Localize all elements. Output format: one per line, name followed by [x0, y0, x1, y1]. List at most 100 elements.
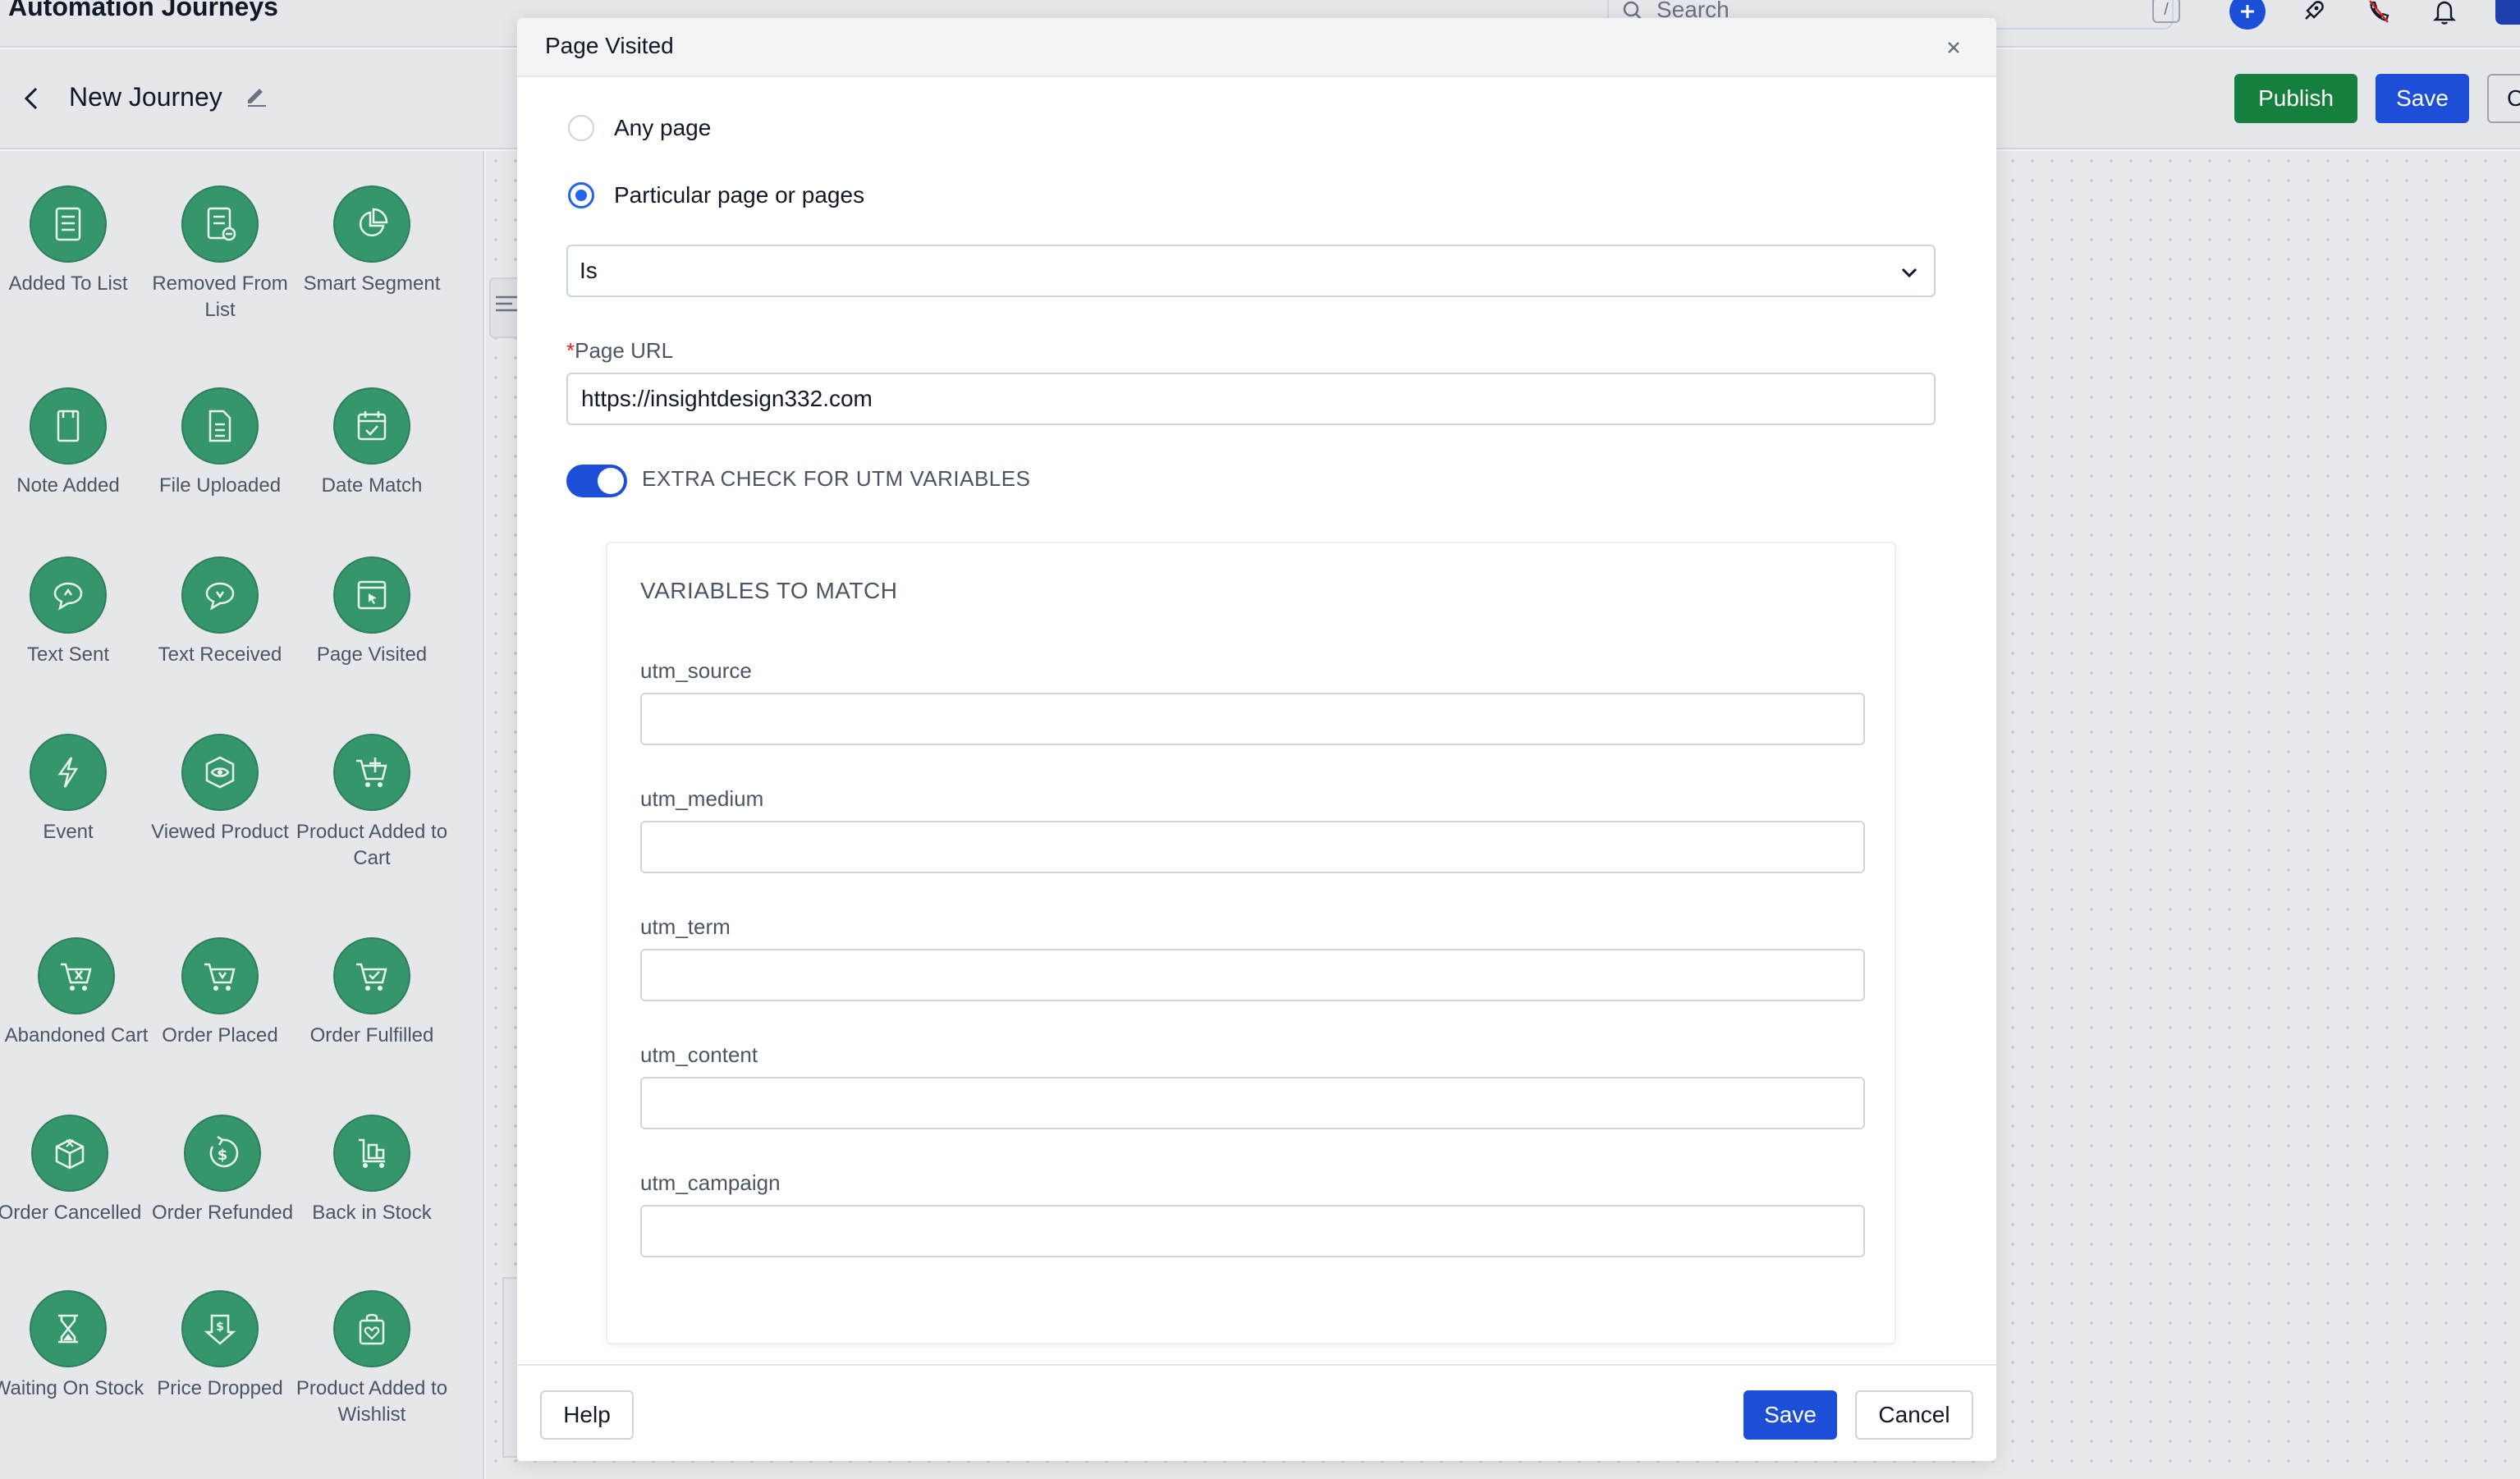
utm-term-label: utm_term	[640, 914, 731, 939]
trigger-product-added-to-wishlist[interactable]: Product Added to Wishlist	[296, 1290, 448, 1428]
radio-particular-page[interactable]: Particular page or pages	[568, 182, 864, 208]
price-down-icon: $	[181, 1290, 259, 1367]
trigger-label: File Uploaded	[158, 474, 282, 497]
trigger-page-visited[interactable]: Page Visited	[296, 556, 448, 668]
chat-out-icon	[30, 556, 107, 634]
utm-toggle[interactable]	[566, 465, 627, 497]
trigger-label: Order Fulfilled	[309, 1024, 434, 1046]
trigger-label: Abandoned Cart	[4, 1024, 149, 1046]
required-mark: *	[566, 338, 575, 363]
publish-button[interactable]: Publish	[2234, 74, 2357, 123]
hourglass-icon	[30, 1290, 107, 1367]
app-title: Automation Journeys	[8, 0, 278, 21]
trigger-viewed-product[interactable]: Viewed Product	[144, 734, 296, 845]
trigger-label: Smart Segment	[303, 272, 441, 295]
trigger-note-added[interactable]: Note Added	[0, 387, 144, 499]
radio-label: Any page	[614, 115, 712, 140]
cart-check-icon	[333, 937, 410, 1014]
trigger-text-sent[interactable]: Text Sent	[0, 556, 144, 668]
trigger-smart-segment[interactable]: Smart Segment	[296, 185, 448, 297]
chevron-down-icon	[1898, 261, 1921, 288]
bag-heart-icon	[333, 1290, 410, 1367]
radio-any-page[interactable]: Any page	[568, 115, 711, 141]
dolly-icon	[333, 1115, 410, 1192]
cart-plus-icon	[333, 734, 410, 811]
utm-campaign-input[interactable]	[640, 1205, 1865, 1257]
close-journey-button[interactable]: C	[2487, 74, 2520, 123]
utm-source-input[interactable]	[640, 693, 1865, 745]
trigger-label: Text Sent	[26, 643, 110, 666]
trigger-label: Viewed Product	[151, 821, 289, 843]
trigger-product-added-to-cart[interactable]: Product Added to Cart	[296, 734, 448, 872]
pie-chart-icon	[333, 185, 410, 263]
trigger-order-placed[interactable]: Order Placed	[144, 937, 296, 1049]
utm-medium-input[interactable]	[640, 821, 1865, 873]
utm-variables-card: VARIABLES TO MATCH utm_source utm_medium…	[606, 542, 1896, 1344]
avatar[interactable]	[2495, 0, 2520, 25]
trigger-label: Removed From List	[152, 272, 288, 321]
trigger-order-fulfilled[interactable]: Order Fulfilled	[296, 937, 448, 1049]
cart-down-icon	[181, 937, 259, 1014]
trigger-waiting-on-stock[interactable]: Waiting On Stock	[0, 1290, 144, 1402]
trigger-file-uploaded[interactable]: File Uploaded	[144, 387, 296, 499]
utm-toggle-label: EXTRA CHECK FOR UTM VARIABLES	[642, 466, 1031, 491]
trigger-label: Note Added	[16, 474, 120, 497]
trigger-price-dropped[interactable]: $ Price Dropped	[144, 1290, 296, 1402]
utm-content-input[interactable]	[640, 1077, 1865, 1129]
trigger-label: Order Refunded	[151, 1202, 294, 1224]
radio-button-selected[interactable]	[568, 182, 594, 208]
chat-in-icon	[181, 556, 259, 634]
utm-campaign-label: utm_campaign	[640, 1170, 781, 1195]
trigger-back-in-stock[interactable]: Back in Stock	[296, 1115, 448, 1226]
toggle-knob	[598, 468, 624, 494]
trigger-abandoned-cart[interactable]: Abandoned Cart	[0, 937, 153, 1049]
trigger-label: Event	[43, 821, 94, 843]
trigger-label: Text Received	[158, 643, 282, 666]
page-url-label: *Page URL	[566, 338, 674, 363]
trigger-label: Back in Stock	[312, 1202, 432, 1224]
lightning-icon	[30, 734, 107, 811]
trigger-added-to-list[interactable]: Added To List	[0, 185, 144, 297]
note-icon	[30, 387, 107, 465]
trigger-event[interactable]: Event	[0, 734, 144, 845]
cancel-button[interactable]: Cancel	[1855, 1390, 1973, 1440]
radio-label: Particular page or pages	[614, 182, 865, 208]
bell-icon[interactable]	[2426, 0, 2463, 30]
utm-term-input[interactable]	[640, 949, 1865, 1001]
radio-button[interactable]	[568, 115, 594, 141]
trigger-order-cancelled[interactable]: Order Cancelled	[0, 1115, 146, 1226]
trigger-label: Date Match	[321, 474, 423, 497]
trigger-label: Product Added to Cart	[296, 821, 448, 869]
trigger-date-match[interactable]: Date Match	[296, 387, 448, 499]
help-button[interactable]: Help	[540, 1390, 634, 1440]
pencil-icon[interactable]	[245, 84, 269, 112]
rocket-icon[interactable]	[2295, 0, 2331, 30]
phone-off-icon[interactable]	[2361, 0, 2397, 30]
plus-icon[interactable]	[2229, 0, 2266, 30]
cart-x-icon	[38, 937, 115, 1014]
back-arrow-icon[interactable]	[21, 85, 41, 116]
modal-header: Page Visited	[517, 18, 1996, 77]
trigger-palette: Added To List Removed From List Smart Se…	[0, 151, 484, 1479]
condition-select[interactable]: Is	[566, 245, 1936, 297]
page-click-icon	[333, 556, 410, 634]
close-icon[interactable]	[1942, 36, 1965, 59]
search-shortcut-key: /	[2152, 0, 2180, 23]
trigger-label: Added To List	[8, 272, 128, 295]
trigger-label: Price Dropped	[157, 1377, 283, 1399]
save-journey-button[interactable]: Save	[2376, 74, 2469, 123]
trigger-label: Order Cancelled	[0, 1202, 142, 1224]
trigger-text-received[interactable]: Text Received	[144, 556, 296, 668]
trigger-label: Page Visited	[316, 643, 428, 666]
save-button[interactable]: Save	[1743, 1390, 1837, 1440]
eye-box-icon	[181, 734, 259, 811]
page-visited-modal: Page Visited Any page Particular page or…	[517, 18, 1996, 1461]
condition-select-value: Is	[580, 258, 598, 283]
list-remove-icon	[181, 185, 259, 263]
modal-footer: Help Save Cancel	[517, 1364, 1996, 1461]
page-url-input[interactable]	[566, 373, 1936, 425]
file-icon	[181, 387, 259, 465]
trigger-removed-from-list[interactable]: Removed From List	[144, 185, 296, 323]
calendar-check-icon	[333, 387, 410, 465]
trigger-order-refunded[interactable]: $ Order Refunded	[146, 1115, 299, 1226]
